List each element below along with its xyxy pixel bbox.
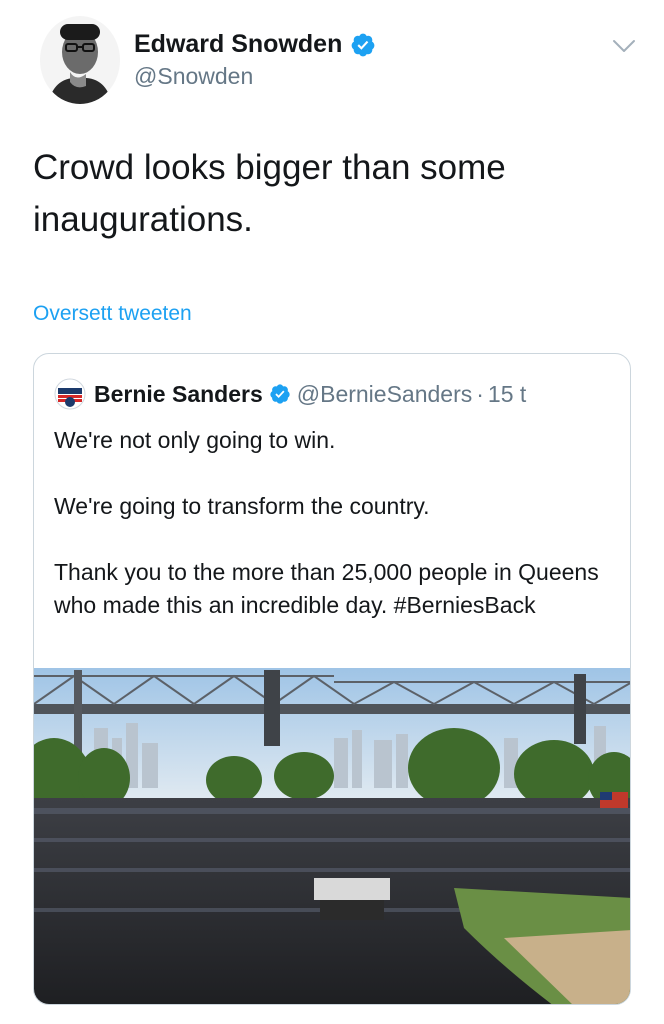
rally-crowd-photo[interactable] [34, 668, 631, 1005]
quoted-tweet-body: We're not only going to win. We're going… [54, 424, 614, 622]
quoted-author-name[interactable]: Bernie Sanders [94, 381, 263, 408]
author-handle[interactable]: @Snowden [134, 63, 253, 90]
author-avatar[interactable] [40, 16, 120, 104]
quoted-paragraph: We're not only going to win. [54, 427, 336, 453]
quoted-timestamp[interactable]: 15 t [488, 381, 526, 408]
quoted-tweet[interactable]: Bernie Sanders @BernieSanders · 15 t We'… [33, 353, 631, 1005]
tweet-header: Edward Snowden @Snowden [0, 0, 664, 120]
verified-badge-icon [351, 33, 375, 56]
quoted-paragraph: We're going to transform the country. [54, 493, 430, 519]
author-name[interactable]: Edward Snowden [134, 30, 342, 59]
verified-badge-icon [270, 384, 290, 404]
meta-separator: · [476, 380, 484, 407]
avatar-photo-icon [40, 16, 120, 104]
campaign-logo-icon [54, 378, 86, 410]
quoted-paragraph: Thank you to the more than 25,000 people… [54, 559, 599, 618]
tweet-text: Crowd looks bigger than some inauguratio… [33, 148, 506, 239]
quoted-tweet-header: Bernie Sanders @BernieSanders · 15 t [54, 378, 526, 410]
quoted-author-handle[interactable]: @BernieSanders [297, 381, 473, 408]
chevron-down-icon[interactable] [612, 38, 636, 54]
quoted-author-avatar[interactable] [54, 378, 86, 410]
translate-tweet-link[interactable]: Oversett tweeten [33, 302, 192, 326]
